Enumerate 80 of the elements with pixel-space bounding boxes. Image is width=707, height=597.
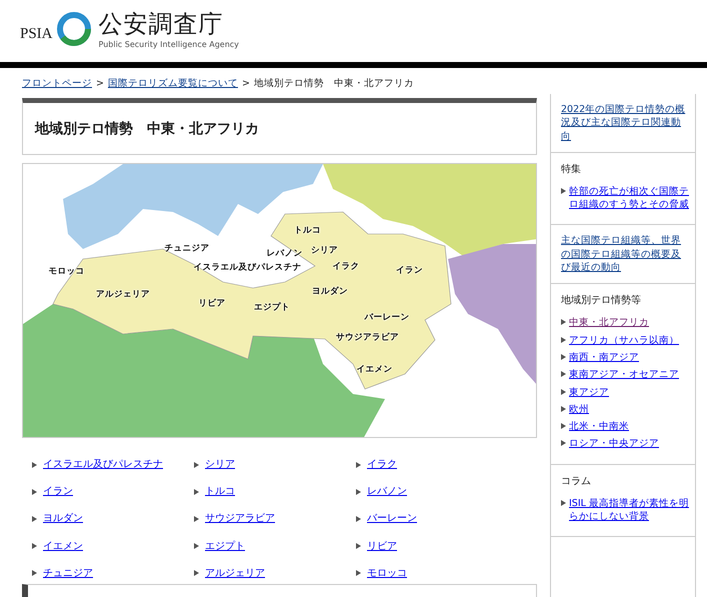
country-link[interactable]: イスラエル及びパレスチナ xyxy=(43,457,163,472)
sidebar-link[interactable]: 北米・中南米 xyxy=(569,420,629,434)
bullet-icon xyxy=(32,462,37,468)
bullet-icon xyxy=(356,570,361,576)
breadcrumb-link[interactable]: 国際テロリズム要覧について xyxy=(108,78,238,89)
country-link[interactable]: リビア xyxy=(367,538,397,554)
map-label: チュニジア xyxy=(164,243,210,256)
country-link[interactable]: レバノン xyxy=(367,484,407,500)
bullet-icon xyxy=(32,543,37,550)
breadcrumb-separator: > xyxy=(96,78,104,89)
bullet-icon xyxy=(194,570,199,576)
bullet-icon xyxy=(194,543,199,550)
bullet-icon xyxy=(561,188,566,194)
country-link[interactable]: エジプト xyxy=(205,538,245,554)
country-link[interactable]: バーレーン xyxy=(367,511,417,526)
bullet-icon xyxy=(194,516,199,522)
map-label: レバノン xyxy=(266,248,303,260)
logo-mark-text: PSIA xyxy=(20,25,53,44)
bullet-icon xyxy=(356,462,361,468)
bullet-icon xyxy=(561,440,566,446)
country-link[interactable]: イエメン xyxy=(43,538,83,554)
breadcrumb-separator: > xyxy=(242,78,250,89)
sidebar-link[interactable]: 欧州 xyxy=(569,402,589,416)
map-label: モロッコ xyxy=(48,266,85,278)
bullet-icon xyxy=(561,319,566,326)
bullet-icon xyxy=(561,500,566,506)
country-link[interactable]: モロッコ xyxy=(367,566,407,581)
bullet-icon xyxy=(561,406,566,412)
sidebar-link[interactable]: 主な国際テロ組織等、世界の国際テロ組織等の概要及び最近の動向 xyxy=(561,234,689,274)
map-label: エジプト xyxy=(254,301,290,314)
map-label: リビア xyxy=(198,298,226,310)
bullet-icon xyxy=(561,388,566,395)
bullet-icon xyxy=(32,570,37,576)
country-link[interactable]: イラク xyxy=(367,457,397,472)
country-link[interactable]: チュニジア xyxy=(43,566,93,581)
sidebar-link[interactable]: 幹部の死亡が相次ぐ国際テロ組織のすう勢とその脅威 xyxy=(569,184,689,212)
sidebar-link[interactable]: 南西・南アジア xyxy=(569,350,639,364)
sidebar-heading: 地域別テロ情勢等 xyxy=(561,294,642,308)
ring-logo-icon xyxy=(56,12,91,46)
sidebar-link[interactable]: 2022年の国際テロ情勢の概況及び主な国際テロ関連動向 xyxy=(561,103,689,143)
map-label: バーレーン xyxy=(364,312,410,324)
breadcrumb-current: 地域別テロ情勢 中東・北アフリカ xyxy=(254,78,414,89)
map-label: イラン xyxy=(396,264,423,278)
sidebar-heading: コラム xyxy=(561,474,592,489)
sidebar-link[interactable]: ロシア・中央アジア xyxy=(569,437,659,451)
country-link[interactable]: サウジアラビア xyxy=(205,511,275,526)
bullet-icon xyxy=(32,488,37,495)
sidebar-heading: 特集 xyxy=(561,162,582,177)
site-subtitle: Public Security Intelligence Agency xyxy=(98,39,239,51)
map-label: シリア xyxy=(311,244,338,258)
country-link[interactable]: トルコ xyxy=(205,484,235,500)
breadcrumb-link[interactable]: フロントページ xyxy=(22,78,92,89)
country-link[interactable]: アルジェリア xyxy=(205,566,265,581)
page-title: 地域別テロ情勢 中東・北アフリカ xyxy=(35,120,260,139)
bullet-icon xyxy=(194,462,199,468)
map-label: イエメン xyxy=(356,364,392,377)
map-label: アルジェリア xyxy=(96,288,150,302)
map-label: イラク xyxy=(332,260,360,274)
bullet-icon xyxy=(356,543,361,550)
map-label: サウジアラビア xyxy=(336,331,400,344)
sidebar-link[interactable]: 東南アジア・オセアニア xyxy=(569,368,679,382)
map-label: トルコ xyxy=(294,224,322,238)
sidebar-link[interactable]: 中東・北アフリカ xyxy=(569,316,649,330)
bullet-icon xyxy=(194,488,199,495)
bullet-icon xyxy=(32,516,37,522)
site-title: 公安調査庁 xyxy=(98,12,224,36)
country-link[interactable]: ヨルダン xyxy=(43,511,83,526)
bullet-icon xyxy=(356,516,361,522)
map-label: ヨルダン xyxy=(312,286,348,298)
bullet-icon xyxy=(561,423,566,430)
country-link[interactable]: シリア xyxy=(205,457,235,472)
bullet-icon xyxy=(561,336,566,343)
bullet-icon xyxy=(356,488,361,495)
sidebar-link[interactable]: 東アジア xyxy=(569,386,609,399)
sidebar-link[interactable]: ISIL 最高指導者が素性を明らかにしない背景 xyxy=(569,496,689,524)
bullet-icon xyxy=(561,354,566,360)
map-label: イスラエル及びパレスチナ xyxy=(194,262,302,275)
sidebar-link[interactable]: アフリカ（サハラ以南） xyxy=(569,334,679,347)
country-link[interactable]: イラン xyxy=(43,484,73,500)
bullet-icon xyxy=(561,371,566,378)
